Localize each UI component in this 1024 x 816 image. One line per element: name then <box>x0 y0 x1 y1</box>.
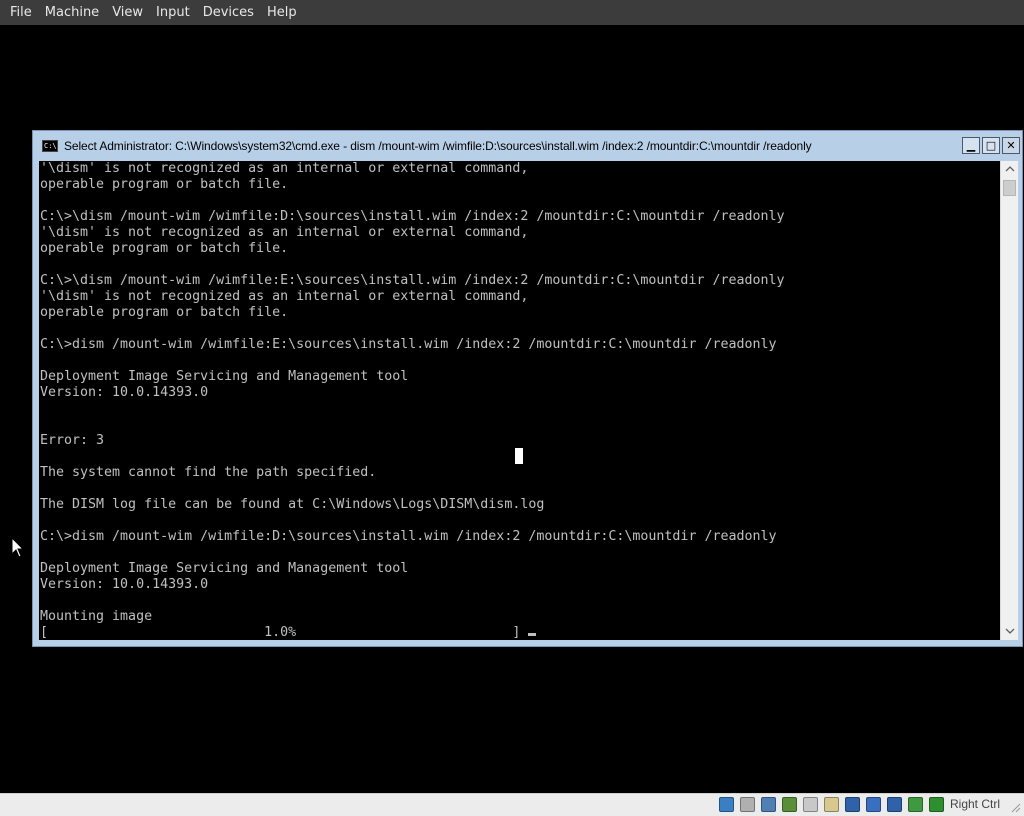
menu-file[interactable]: File <box>4 0 38 25</box>
console-line: operable program or batch file. <box>40 305 289 320</box>
cmd-window[interactable]: C:\ Select Administrator: C:\Windows\sys… <box>32 130 1023 647</box>
usb-icon[interactable] <box>803 797 818 812</box>
vbox-statusbar: Right Ctrl <box>0 793 1024 816</box>
mouse-text-cursor <box>515 448 523 464</box>
console-line: The system cannot find the path specifie… <box>40 465 377 480</box>
console-line: '\dism' is not recognized as an internal… <box>40 225 529 240</box>
console-line: operable program or batch file. <box>40 177 289 192</box>
chevron-down-icon <box>1005 628 1014 634</box>
text-cursor <box>528 633 537 636</box>
minimize-button[interactable]: ▁ <box>962 137 980 154</box>
cmd-titlebar[interactable]: C:\ Select Administrator: C:\Windows\sys… <box>33 131 1022 161</box>
network-icon[interactable] <box>782 797 797 812</box>
guest-screen[interactable]: C:\ Select Administrator: C:\Windows\sys… <box>0 25 1024 793</box>
menu-devices[interactable]: Devices <box>197 0 260 25</box>
window-title: Select Administrator: C:\Windows\system3… <box>64 139 812 153</box>
console-line: Mounting image <box>40 609 153 624</box>
keyboard-capture-icon[interactable] <box>929 797 944 812</box>
optical-drive-icon[interactable] <box>740 797 755 812</box>
console-line: The DISM log file can be found at C:\Win… <box>40 497 545 512</box>
status-icons <box>713 797 944 812</box>
cmd-icon[interactable]: C:\ <box>42 140 58 152</box>
menu-view[interactable]: View <box>106 0 149 25</box>
scroll-down-button[interactable] <box>1001 623 1018 640</box>
cpu-icon[interactable] <box>887 797 902 812</box>
menu-help[interactable]: Help <box>261 0 303 25</box>
console-line: '\dism' is not recognized as an internal… <box>40 161 529 176</box>
console-line: '\dism' is not recognized as an internal… <box>40 289 529 304</box>
close-button[interactable]: ✕ <box>1002 137 1020 154</box>
chevron-up-icon <box>1005 166 1014 172</box>
console-line: C:\>dism /mount-wim /wimfile:E:\sources\… <box>40 337 777 352</box>
console-text: '\dism' is not recognized as an internal… <box>39 161 1000 640</box>
console-line: C:\>\dism /mount-wim /wimfile:E:\sources… <box>40 273 785 288</box>
console-line: Deployment Image Servicing and Managemen… <box>40 561 409 576</box>
vbox-menubar: File Machine View Input Devices Help <box>0 0 1024 25</box>
window-controls: ▁ □ ✕ <box>960 137 1020 154</box>
console-line: C:\>dism /mount-wim /wimfile:D:\sources\… <box>40 529 777 544</box>
vertical-scrollbar[interactable] <box>1000 161 1018 640</box>
video-capture-icon[interactable] <box>866 797 881 812</box>
mouse-integration-icon[interactable] <box>908 797 923 812</box>
progress-bar-text: [ 1.0% ] <box>40 625 521 640</box>
menu-machine[interactable]: Machine <box>39 0 105 25</box>
shared-folders-icon[interactable] <box>824 797 839 812</box>
mouse-pointer-icon <box>11 537 23 558</box>
maximize-button[interactable]: □ <box>982 137 1000 154</box>
console-line: Error: 3 <box>40 433 105 448</box>
menu-input[interactable]: Input <box>150 0 196 25</box>
console-line: Deployment Image Servicing and Managemen… <box>40 369 409 384</box>
console-line: C:\>\dism /mount-wim /wimfile:D:\sources… <box>40 209 785 224</box>
console-line: Version: 10.0.14393.0 <box>40 577 209 592</box>
audio-icon[interactable] <box>761 797 776 812</box>
hard-disk-icon[interactable] <box>719 797 734 812</box>
cmd-icon-label: C:\ <box>44 142 57 150</box>
display-icon[interactable] <box>845 797 860 812</box>
console-output[interactable]: '\dism' is not recognized as an internal… <box>39 161 1000 640</box>
resize-grip-icon[interactable] <box>1011 803 1021 813</box>
host-key-label: Right Ctrl <box>949 797 1000 811</box>
scroll-thumb[interactable] <box>1003 180 1016 196</box>
scroll-up-button[interactable] <box>1001 161 1018 178</box>
console-line: Version: 10.0.14393.0 <box>40 385 209 400</box>
console-line: operable program or batch file. <box>40 241 289 256</box>
